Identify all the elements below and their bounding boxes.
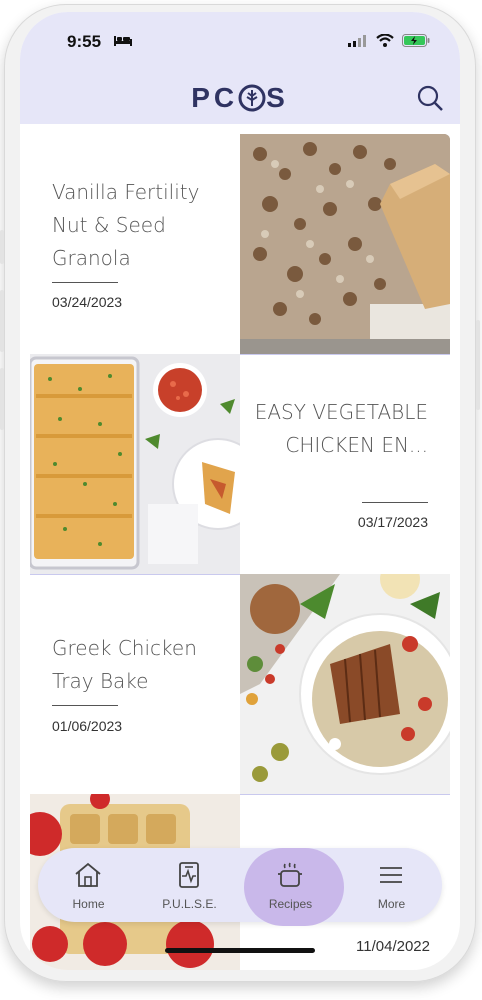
nav-label: More: [377, 897, 406, 911]
battery-charging-icon: [402, 34, 430, 47]
recipe-title: EASY VEGETABLE CHICKEN EN...: [254, 400, 428, 457]
recipe-card[interactable]: Vanilla Fertility Nut & Seed Granola 03/…: [30, 134, 450, 354]
title-underline: [362, 502, 428, 503]
recipe-date: 03/24/2023: [52, 294, 123, 310]
recipe-text: Vanilla Fertility Nut & Seed Granola 03/…: [30, 134, 240, 354]
recipe-title: Greek Chicken Tray Bake: [52, 636, 197, 693]
recipe-text: Greek Chicken Tray Bake 01/06/2023: [30, 574, 240, 794]
app-logo: PC S: [20, 82, 460, 119]
status-time: 9:55: [67, 32, 102, 51]
bottom-nav: Home P.U.L.S.E. Recipes More: [38, 848, 442, 926]
nav-pulse[interactable]: P.U.L.S.E.: [139, 848, 240, 922]
enchilada-image[interactable]: [30, 354, 240, 574]
cooking-pot-icon: [278, 862, 302, 887]
recipe-card[interactable]: Greek Chicken Tray Bake 01/06/2023: [30, 574, 450, 794]
title-underline: [52, 705, 118, 706]
side-button: [0, 230, 4, 264]
recipe-text: EASY VEGETABLE CHICKEN EN... 03/17/2023: [240, 354, 450, 574]
granola-image[interactable]: [240, 134, 450, 354]
recipe-title: Vanilla Fertility Nut & Seed Granola: [52, 180, 200, 270]
recipe-date: 03/17/2023: [357, 514, 428, 530]
recipe-card[interactable]: EASY VEGETABLE CHICKEN EN... 03/17/2023: [30, 354, 450, 574]
title-underline: [52, 282, 118, 283]
home-indicator[interactable]: [165, 948, 315, 953]
nav-label: P.U.L.S.E.: [162, 897, 217, 911]
recipe-date: 11/04/2022: [356, 938, 430, 955]
logo-text-s: S: [266, 82, 289, 113]
search-icon[interactable]: [416, 84, 444, 112]
leaf-o-icon: [238, 84, 266, 112]
nav-label: Recipes: [268, 897, 313, 911]
greek-chicken-image[interactable]: [240, 574, 450, 794]
nav-recipes[interactable]: Recipes: [240, 848, 341, 922]
home-icon: [75, 862, 101, 887]
nav-label: Home: [72, 897, 105, 911]
logo-text-pc: PC: [191, 82, 239, 113]
recipe-date: 01/06/2023: [52, 718, 123, 734]
signal-icon: [348, 34, 366, 47]
volume-down-button: [0, 368, 4, 430]
sleep-mode-icon: [114, 36, 132, 46]
wifi-icon: [376, 34, 394, 47]
nav-more[interactable]: More: [341, 848, 442, 922]
menu-icon: [380, 867, 402, 883]
app-screen: 9:55 PC S Vanilla Fertility Nut & Seed G…: [20, 12, 460, 970]
nav-home[interactable]: Home: [38, 848, 139, 922]
power-button: [476, 320, 480, 410]
pulse-icon: [179, 862, 199, 888]
volume-up-button: [0, 290, 4, 352]
top-bar: 9:55 PC S: [20, 12, 460, 124]
